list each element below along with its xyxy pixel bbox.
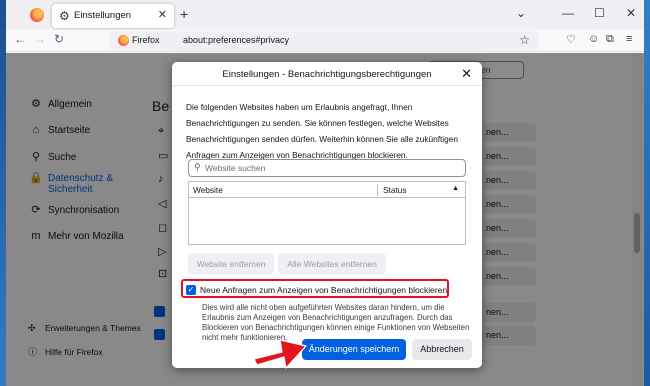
notification-permissions-dialog: Einstellungen - Benachrichtigungsberecht… [172,62,482,368]
tab-title: Einstellungen [74,10,132,21]
navigation-bar: ← → ↻ Firefox about:preferences#privacy … [6,30,644,52]
column-header-status[interactable]: Status [383,185,407,195]
column-divider [377,184,378,196]
pocket-icon[interactable]: ♡ [566,33,576,46]
menu-icon[interactable]: ≡ [626,33,632,45]
close-window-icon[interactable]: ✕ [626,6,636,20]
reload-icon[interactable]: ↻ [54,32,64,46]
block-requests-checkbox[interactable]: ✓ [186,285,196,295]
cancel-button[interactable]: Abbrechen [412,339,472,360]
close-icon[interactable]: ✕ [461,66,472,82]
new-tab-button[interactable]: + [180,6,188,22]
website-search-field[interactable]: ⚲ [188,159,466,177]
tab-bar: ⚙ Einstellungen ✕ + ⌄ — ☐ ✕ [6,0,644,30]
url-text[interactable]: about:preferences#privacy [183,35,289,45]
firefox-view-icon[interactable] [30,8,44,22]
tab-settings[interactable]: ⚙ Einstellungen ✕ [52,4,174,28]
extensions-icon[interactable]: ⧉ [606,33,614,46]
website-search-input[interactable] [205,162,455,174]
dialog-title: Einstellungen - Benachrichtigungsberecht… [172,62,482,86]
remove-website-button[interactable]: Website entfernen [188,253,274,274]
account-icon[interactable]: ☺ [588,33,599,45]
identity-label: Firefox [132,35,160,45]
tab-list-icon[interactable]: ⌄ [516,6,526,20]
gear-icon: ⚙ [59,9,70,23]
minimize-icon[interactable]: — [562,6,574,20]
websites-table: Website Status ▲ [188,181,466,245]
save-changes-button[interactable]: Änderungen speichern [302,339,406,360]
back-icon[interactable]: ← [14,32,26,46]
firefox-icon [118,35,129,46]
table-header: Website Status ▲ [189,182,465,198]
address-bar[interactable]: Firefox about:preferences#privacy ☆ [110,31,538,51]
remove-all-websites-button[interactable]: Alle Websites entfernen [278,253,386,274]
block-requests-description: Dies wird alle nicht oben aufgeführten W… [202,303,470,342]
maximize-icon[interactable]: ☐ [594,6,605,20]
column-header-website[interactable]: Website [193,185,223,195]
browser-window: ⚙ Einstellungen ✕ + ⌄ — ☐ ✕ ← → ↻ Firefo… [6,0,644,386]
forward-icon[interactable]: → [34,32,46,46]
close-tab-icon[interactable]: ✕ [158,8,167,21]
sort-up-icon: ▲ [452,185,459,192]
red-arrow-annotation [253,339,307,369]
block-requests-label[interactable]: Neue Anfragen zum Anzeigen von Benachric… [200,285,447,295]
bookmark-star-icon[interactable]: ☆ [519,33,530,47]
dialog-description: Die folgenden Websites haben um Erlaubni… [186,102,458,160]
search-icon: ⚲ [194,162,201,172]
